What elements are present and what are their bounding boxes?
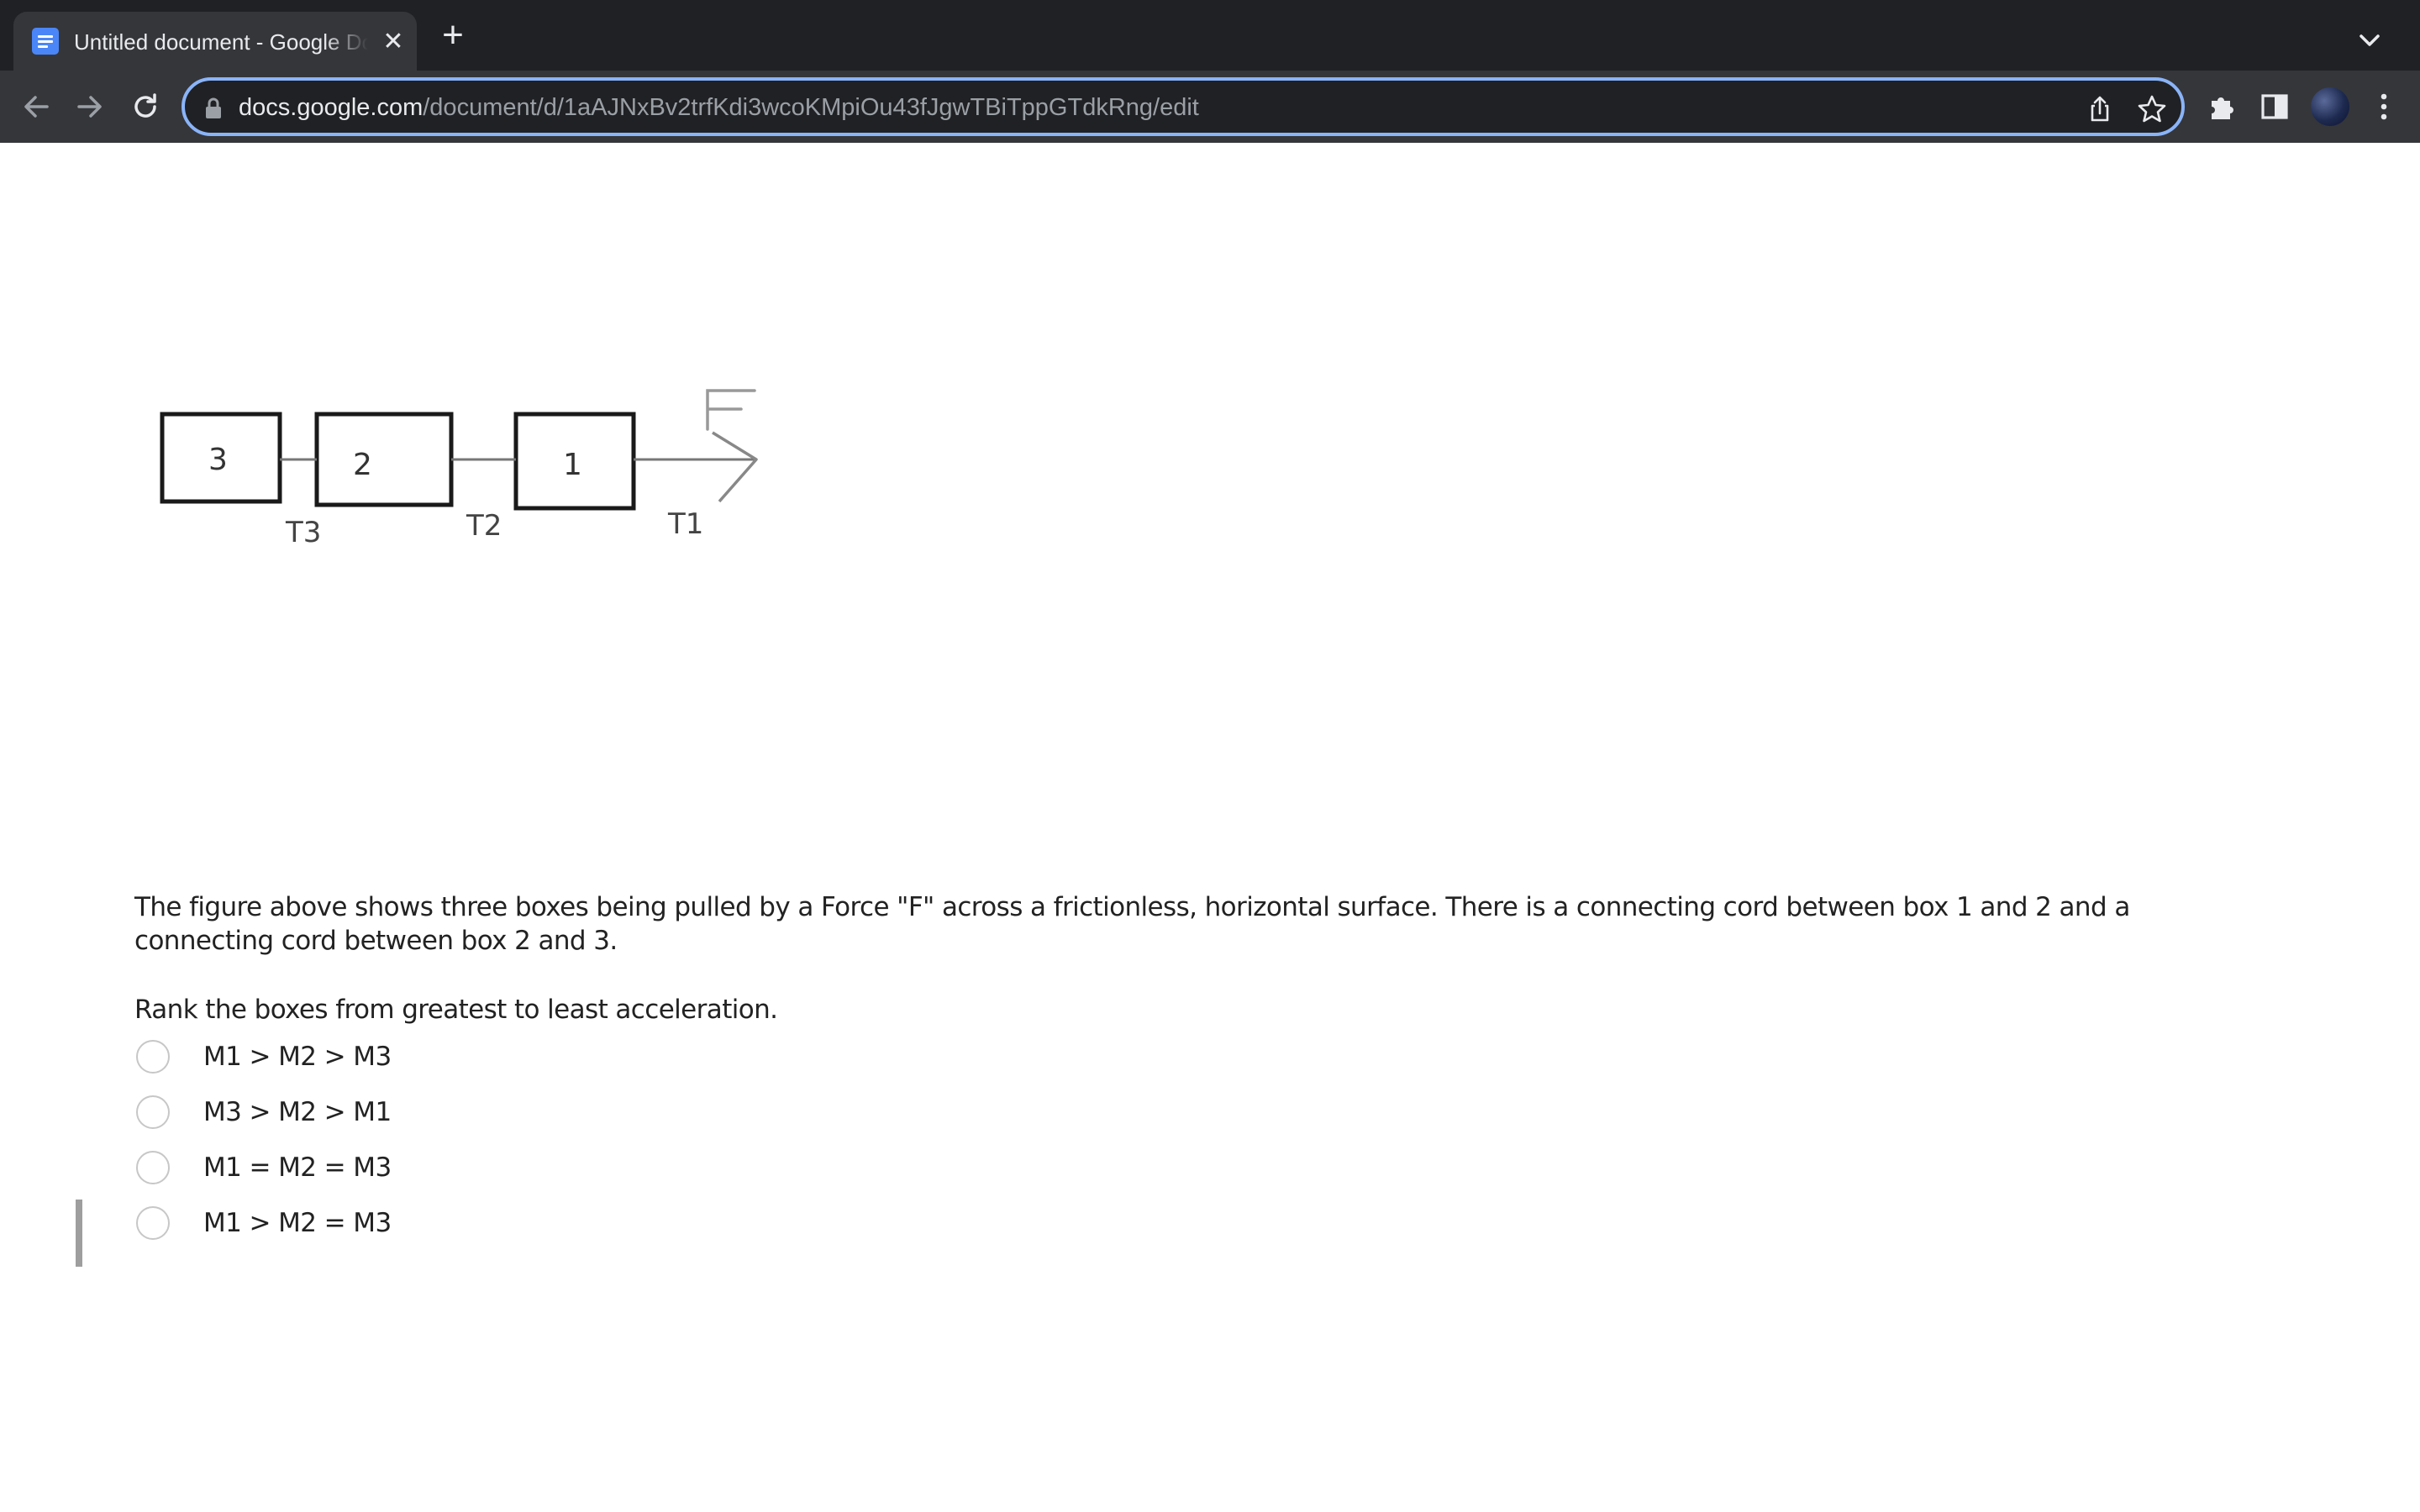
physics-figure: 3 2 1 T3 T2 T1 [160,389,758,549]
box-2 [314,412,454,507]
more-options-icon[interactable] [2366,89,2402,124]
answer-option[interactable]: M1 > M2 > M3 [134,1038,807,1075]
question-prompt: Rank the boxes from greatest to least ac… [134,995,778,1025]
side-panel-icon[interactable] [2257,89,2292,124]
tab-strip: Untitled document - Google Docs ✕ + [0,0,2420,71]
answer-option[interactable]: M1 > M2 = M3 [134,1205,807,1242]
tension-t3-label: T3 [285,516,321,549]
box-2-label: 2 [353,448,372,482]
browser-toolbar: docs.google.com/document/d/1aAJNxBv2trfK… [0,71,2420,143]
answer-option[interactable]: M3 > M2 > M1 [134,1094,807,1131]
forward-arrow-icon[interactable] [71,87,109,126]
url-host: docs.google.com [239,94,424,121]
bookmark-star-icon[interactable] [2136,93,2168,125]
box-1-label: 1 [563,448,582,482]
radio-button[interactable] [136,1095,170,1129]
close-tab-icon[interactable]: ✕ [378,27,408,57]
text-cursor [76,1200,82,1267]
profile-avatar[interactable] [2311,87,2349,126]
radio-button[interactable] [136,1040,170,1074]
document-page[interactable]: 3 2 1 T3 T2 T1 The figure above shows th… [0,143,2420,1512]
browser-tab[interactable]: Untitled document - Google Docs ✕ [13,12,417,71]
back-arrow-icon[interactable] [17,87,55,126]
google-docs-icon [32,28,59,55]
radio-button[interactable] [136,1206,170,1240]
url-path: /document/d/1aAJNxBv2trfKdi3wcoKMpiOu43f… [423,94,1199,121]
tab-title: Untitled document - Google Docs [74,29,368,55]
option-label: M3 > M2 > M1 [203,1097,392,1127]
option-label: M1 > M2 > M3 [203,1042,392,1072]
option-label: M1 > M2 = M3 [203,1208,392,1238]
tension-t2-label: T2 [466,509,502,543]
option-label: M1 = M2 = M3 [203,1152,392,1183]
extensions-puzzle-icon[interactable] [2205,89,2240,124]
url-text[interactable]: docs.google.com/document/d/1aAJNxBv2trfK… [239,92,1199,123]
question-text: The figure above shows three boxes being… [134,892,2130,956]
reload-icon[interactable] [126,87,165,126]
new-tab-button[interactable]: + [435,17,471,54]
lock-icon[interactable] [203,97,224,120]
answer-option[interactable]: M1 = M2 = M3 [134,1149,807,1186]
share-icon[interactable] [2084,93,2116,125]
radio-button[interactable] [136,1151,170,1184]
tension-t1-label: T1 [667,507,703,541]
force-arrow-head [712,431,758,503]
address-bar[interactable]: docs.google.com/document/d/1aAJNxBv2trfK… [182,77,2185,136]
force-label-drawing [706,389,756,431]
box-3-label: 3 [208,443,228,477]
chevron-down-icon[interactable] [2353,24,2386,57]
